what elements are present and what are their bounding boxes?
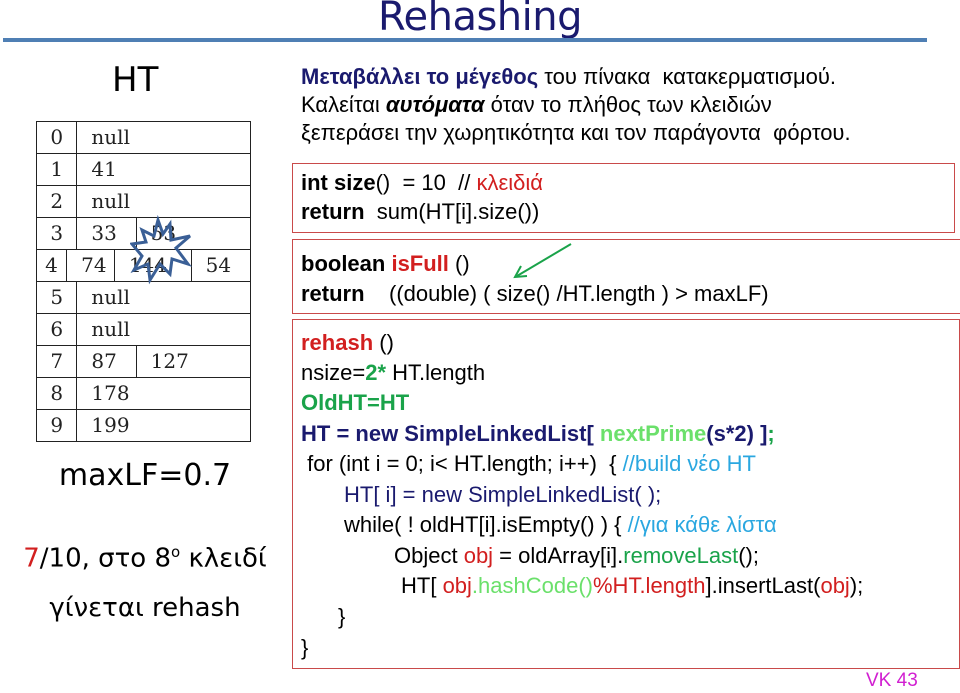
bucket-index: 7 (37, 346, 78, 377)
rehash-line-10: } (338, 604, 346, 629)
size-return-expr: sum(HT[i].size()) (364, 199, 540, 224)
intro-automatic: αυτόματα (385, 92, 485, 117)
collision-burst-icon (130, 214, 192, 285)
ht-index-open: HT[ (401, 573, 443, 598)
load-note-tail: κλειδί (180, 543, 267, 574)
hash-table-row: 8 178 (36, 378, 251, 410)
old-array-expr: = oldArray[i]. (493, 543, 624, 568)
intro-line-1: Μεταβάλλει το μέγεθος του πίνακα κατακερ… (301, 64, 836, 90)
bucket-index: 4 (37, 250, 68, 281)
call-close: ); (849, 573, 864, 598)
bucket-entry: 87 (77, 346, 137, 377)
remove-last-call: removeLast (623, 543, 739, 568)
load-note-count: 7 (23, 543, 40, 574)
object-type: Object (394, 543, 464, 568)
bucket-index: 6 (37, 314, 78, 345)
next-prime-call: nextPrime (599, 421, 707, 446)
intro-line-2: Καλείται αυτόματα όταν το πλήθος των κλε… (301, 92, 772, 118)
semicolon: ; (767, 421, 775, 446)
load-note-line1: 7/10, στο 8ο κλειδί (0, 543, 290, 574)
rehash-line-1: rehash () (301, 330, 394, 356)
load-note-text: /10, στο 8 (39, 543, 172, 574)
intro-line-2-c: όταν το πλήθος των κλειδιών (484, 92, 772, 117)
intro-emphasis: Μεταβάλλει το μέγεθος (301, 64, 539, 89)
title-underline (3, 38, 927, 42)
hash-table-row: 7 87 127 (36, 346, 251, 378)
insert-last-call: ].insertLast( (705, 573, 821, 598)
isfull-line-1: boolean isFull () (301, 251, 470, 277)
modulo-length: %HT.length (593, 573, 706, 598)
for-loop: for (int i = 0; i< HT.length; i++) { (301, 451, 623, 476)
rehash-line-5: for (int i = 0; i< HT.length; i++) { //b… (301, 451, 756, 477)
isfull-parens: () (448, 251, 470, 276)
new-array-expr: HT = new SimpleLinkedList[ (301, 421, 600, 446)
size-line-1: int size() = 10 // κλειδιά (301, 170, 543, 196)
bucket-entry: null (91, 125, 130, 149)
return-keyword: return (301, 281, 365, 306)
bucket-index: 9 (37, 410, 78, 441)
intro-line-2-a: Καλείται (301, 92, 386, 117)
intro-line-3: ξεπεράσει την χωρητικότητα και τον παράγ… (301, 120, 851, 145)
rehash-line-9: HT[ obj.hashCode()%HT.length].insertLast… (401, 573, 863, 599)
bucket-entry: 54 (205, 253, 232, 277)
hash-table-row: 0 null (36, 121, 251, 154)
bucket-entry: 33 (77, 218, 137, 249)
bucket-entry: 199 (91, 413, 130, 437)
slide-title: Rehashing (377, 0, 583, 40)
obj-var: obj (442, 573, 472, 598)
bucket-index: 1 (37, 154, 78, 185)
rehash-line-2: nsize=2* HT.length (301, 360, 485, 386)
while-comment: //για κάθε λίστα (627, 512, 777, 537)
bucket-entry: 127 (150, 349, 189, 373)
hashcode-call: .hashCode() (471, 573, 593, 598)
size-line-2: return sum(HT[i].size()) (301, 199, 539, 225)
bucket-entry: 41 (91, 157, 117, 181)
next-prime-args: (s*2) ] (706, 421, 768, 446)
isfull-method-name: isFull (391, 251, 449, 276)
rehash-line-6: HT[ i] = new SimpleLinkedList( ); (344, 482, 662, 507)
intro-line-1-rest: του πίνακα κατακερματισμού. (538, 64, 836, 89)
bucket-entry: 178 (91, 381, 130, 405)
size-value: () = 10 // (375, 170, 477, 195)
nsize-assign: nsize= (301, 360, 366, 385)
nsize-multiplier: 2* (365, 360, 387, 385)
bucket-index: 8 (37, 378, 78, 409)
isfull-line-2: return ((double) ( size() /HT.length ) >… (301, 281, 769, 307)
nsize-ht-length: HT.length (386, 360, 486, 385)
bucket-index: 5 (37, 282, 78, 313)
pointer-arrow-icon (513, 243, 572, 279)
rehash-method-name: rehash (301, 330, 374, 355)
return-keyword: return (301, 199, 365, 224)
for-comment: //build νέο HT (622, 451, 756, 476)
bucket-entry: 74 (67, 250, 115, 281)
size-signature: int size (301, 170, 376, 195)
max-load-factor: maxLF=0.7 (58, 458, 232, 493)
bucket-index: 3 (37, 218, 78, 249)
ordinal-superscript: ο (171, 543, 181, 561)
obj-var: obj (463, 543, 494, 568)
call-parens: (); (738, 543, 759, 568)
rehash-parens: () (373, 330, 394, 355)
bucket-index: 0 (37, 122, 78, 153)
boolean-keyword: boolean (301, 251, 392, 276)
rehash-line-7: while( ! oldHT[i].isEmpty() ) { //για κά… (344, 512, 777, 538)
rehash-line-8: Object obj = oldArray[i].removeLast(); (394, 543, 759, 569)
while-loop: while( ! oldHT[i].isEmpty() ) { (344, 512, 628, 537)
rehash-line-3: OldHT=HT (301, 390, 410, 415)
isfull-return-expr: ((double) ( size() /HT.length ) > maxLF) (364, 281, 769, 306)
hash-table-label: HT (112, 60, 159, 100)
hash-table-row: 6 null (36, 314, 251, 346)
rehash-line-4: HT = new SimpleLinkedList[ nextPrime(s*2… (301, 421, 775, 447)
hash-table-row: 1 41 (36, 154, 251, 186)
bucket-index: 2 (37, 186, 78, 217)
rehash-line-11: } (301, 635, 309, 660)
obj-var: obj (820, 573, 850, 598)
slide-number: VK 43 (866, 670, 918, 691)
load-note-line2: γίνεται rehash (49, 593, 241, 623)
bucket-entry: null (91, 317, 130, 341)
hash-table-row: 9 199 (36, 410, 251, 442)
size-comment: κλειδιά (476, 170, 544, 195)
